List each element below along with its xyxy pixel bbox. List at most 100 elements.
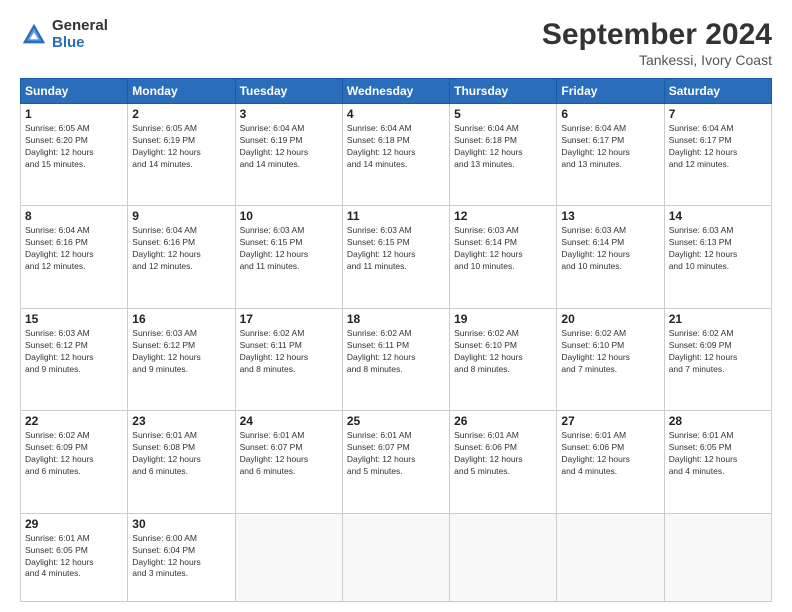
day-number: 20 bbox=[561, 312, 659, 326]
day-number: 23 bbox=[132, 414, 230, 428]
day-info: Sunrise: 6:01 AM Sunset: 6:06 PM Dayligh… bbox=[561, 430, 659, 478]
day-info: Sunrise: 6:02 AM Sunset: 6:09 PM Dayligh… bbox=[669, 328, 767, 376]
day-number: 9 bbox=[132, 209, 230, 223]
day-info: Sunrise: 6:01 AM Sunset: 6:05 PM Dayligh… bbox=[25, 533, 123, 581]
day-number: 3 bbox=[240, 107, 338, 121]
location-subtitle: Tankessi, Ivory Coast bbox=[542, 52, 772, 68]
table-row: 30 Sunrise: 6:00 AM Sunset: 6:04 PM Dayli… bbox=[128, 513, 235, 601]
day-number: 29 bbox=[25, 517, 123, 531]
calendar-week-row: 22Sunrise: 6:02 AM Sunset: 6:09 PM Dayli… bbox=[21, 411, 772, 513]
table-row: 24Sunrise: 6:01 AM Sunset: 6:07 PM Dayli… bbox=[235, 411, 342, 513]
day-info: Sunrise: 6:01 AM Sunset: 6:06 PM Dayligh… bbox=[454, 430, 552, 478]
table-row: 4Sunrise: 6:04 AM Sunset: 6:18 PM Daylig… bbox=[342, 104, 449, 206]
calendar-week-row: 1 Sunrise: 6:05 AM Sunset: 6:20 PM Daylig… bbox=[21, 104, 772, 206]
day-number: 14 bbox=[669, 209, 767, 223]
table-row bbox=[342, 513, 449, 601]
day-number: 22 bbox=[25, 414, 123, 428]
table-row: 5Sunrise: 6:04 AM Sunset: 6:18 PM Daylig… bbox=[450, 104, 557, 206]
day-number: 24 bbox=[240, 414, 338, 428]
day-info: Sunrise: 6:03 AM Sunset: 6:14 PM Dayligh… bbox=[454, 225, 552, 273]
header-wednesday: Wednesday bbox=[342, 79, 449, 104]
table-row: 10Sunrise: 6:03 AM Sunset: 6:15 PM Dayli… bbox=[235, 206, 342, 308]
day-number: 21 bbox=[669, 312, 767, 326]
day-info: Sunrise: 6:03 AM Sunset: 6:13 PM Dayligh… bbox=[669, 225, 767, 273]
day-info: Sunrise: 6:05 AM Sunset: 6:20 PM Dayligh… bbox=[25, 123, 123, 171]
table-row: 13 Sunrise: 6:03 AM Sunset: 6:14 PM Dayli… bbox=[557, 206, 664, 308]
day-info: Sunrise: 6:04 AM Sunset: 6:17 PM Dayligh… bbox=[561, 123, 659, 171]
month-title: September 2024 bbox=[542, 18, 772, 52]
table-row: 2 Sunrise: 6:05 AM Sunset: 6:19 PM Daylig… bbox=[128, 104, 235, 206]
day-info: Sunrise: 6:03 AM Sunset: 6:14 PM Dayligh… bbox=[561, 225, 659, 273]
calendar-week-row: 8 Sunrise: 6:04 AM Sunset: 6:16 PM Daylig… bbox=[21, 206, 772, 308]
title-area: September 2024 Tankessi, Ivory Coast bbox=[542, 18, 772, 68]
day-info: Sunrise: 6:04 AM Sunset: 6:16 PM Dayligh… bbox=[25, 225, 123, 273]
calendar-week-row: 29 Sunrise: 6:01 AM Sunset: 6:05 PM Dayli… bbox=[21, 513, 772, 601]
day-info: Sunrise: 6:03 AM Sunset: 6:15 PM Dayligh… bbox=[347, 225, 445, 273]
table-row: 26 Sunrise: 6:01 AM Sunset: 6:06 PM Dayli… bbox=[450, 411, 557, 513]
day-number: 11 bbox=[347, 209, 445, 223]
day-info: Sunrise: 6:02 AM Sunset: 6:10 PM Dayligh… bbox=[454, 328, 552, 376]
day-info: Sunrise: 6:02 AM Sunset: 6:11 PM Dayligh… bbox=[240, 328, 338, 376]
day-number: 16 bbox=[132, 312, 230, 326]
table-row: 21 Sunrise: 6:02 AM Sunset: 6:09 PM Dayli… bbox=[664, 308, 771, 410]
table-row: 6 Sunrise: 6:04 AM Sunset: 6:17 PM Daylig… bbox=[557, 104, 664, 206]
day-info: Sunrise: 6:03 AM Sunset: 6:12 PM Dayligh… bbox=[132, 328, 230, 376]
day-number: 10 bbox=[240, 209, 338, 223]
table-row: 12 Sunrise: 6:03 AM Sunset: 6:14 PM Dayli… bbox=[450, 206, 557, 308]
day-number: 28 bbox=[669, 414, 767, 428]
day-number: 13 bbox=[561, 209, 659, 223]
table-row: 17Sunrise: 6:02 AM Sunset: 6:11 PM Dayli… bbox=[235, 308, 342, 410]
table-row bbox=[557, 513, 664, 601]
day-number: 18 bbox=[347, 312, 445, 326]
day-number: 5 bbox=[454, 107, 552, 121]
day-info: Sunrise: 6:01 AM Sunset: 6:08 PM Dayligh… bbox=[132, 430, 230, 478]
page: General Blue September 2024 Tankessi, Iv… bbox=[0, 0, 792, 612]
table-row bbox=[450, 513, 557, 601]
day-number: 25 bbox=[347, 414, 445, 428]
table-row: 23 Sunrise: 6:01 AM Sunset: 6:08 PM Dayli… bbox=[128, 411, 235, 513]
table-row: 7Sunrise: 6:04 AM Sunset: 6:17 PM Daylig… bbox=[664, 104, 771, 206]
table-row: 29 Sunrise: 6:01 AM Sunset: 6:05 PM Dayli… bbox=[21, 513, 128, 601]
table-row: 8 Sunrise: 6:04 AM Sunset: 6:16 PM Daylig… bbox=[21, 206, 128, 308]
table-row: 16 Sunrise: 6:03 AM Sunset: 6:12 PM Dayli… bbox=[128, 308, 235, 410]
table-row: 14 Sunrise: 6:03 AM Sunset: 6:13 PM Dayli… bbox=[664, 206, 771, 308]
day-number: 2 bbox=[132, 107, 230, 121]
table-row bbox=[235, 513, 342, 601]
table-row: 25Sunrise: 6:01 AM Sunset: 6:07 PM Dayli… bbox=[342, 411, 449, 513]
table-row: 22Sunrise: 6:02 AM Sunset: 6:09 PM Dayli… bbox=[21, 411, 128, 513]
day-number: 1 bbox=[25, 107, 123, 121]
day-number: 27 bbox=[561, 414, 659, 428]
table-row: 1 Sunrise: 6:05 AM Sunset: 6:20 PM Daylig… bbox=[21, 104, 128, 206]
day-number: 26 bbox=[454, 414, 552, 428]
day-info: Sunrise: 6:01 AM Sunset: 6:05 PM Dayligh… bbox=[669, 430, 767, 478]
header-saturday: Saturday bbox=[664, 79, 771, 104]
day-info: Sunrise: 6:02 AM Sunset: 6:10 PM Dayligh… bbox=[561, 328, 659, 376]
header-friday: Friday bbox=[557, 79, 664, 104]
table-row: 18 Sunrise: 6:02 AM Sunset: 6:11 PM Dayli… bbox=[342, 308, 449, 410]
day-number: 19 bbox=[454, 312, 552, 326]
day-number: 12 bbox=[454, 209, 552, 223]
table-row bbox=[664, 513, 771, 601]
header: General Blue September 2024 Tankessi, Iv… bbox=[20, 18, 772, 68]
day-number: 6 bbox=[561, 107, 659, 121]
day-number: 15 bbox=[25, 312, 123, 326]
logo-text: General Blue bbox=[52, 18, 108, 51]
day-info: Sunrise: 6:04 AM Sunset: 6:19 PM Dayligh… bbox=[240, 123, 338, 171]
day-number: 7 bbox=[669, 107, 767, 121]
logo-blue-label: Blue bbox=[52, 35, 108, 52]
calendar-table: Sunday Monday Tuesday Wednesday Thursday… bbox=[20, 78, 772, 602]
table-row: 19 Sunrise: 6:02 AM Sunset: 6:10 PM Dayli… bbox=[450, 308, 557, 410]
day-info: Sunrise: 6:00 AM Sunset: 6:04 PM Dayligh… bbox=[132, 533, 230, 581]
logo: General Blue bbox=[20, 18, 108, 51]
header-sunday: Sunday bbox=[21, 79, 128, 104]
day-number: 4 bbox=[347, 107, 445, 121]
table-row: 11 Sunrise: 6:03 AM Sunset: 6:15 PM Dayli… bbox=[342, 206, 449, 308]
table-row: 9 Sunrise: 6:04 AM Sunset: 6:16 PM Daylig… bbox=[128, 206, 235, 308]
table-row: 28 Sunrise: 6:01 AM Sunset: 6:05 PM Dayli… bbox=[664, 411, 771, 513]
day-info: Sunrise: 6:04 AM Sunset: 6:16 PM Dayligh… bbox=[132, 225, 230, 273]
day-number: 8 bbox=[25, 209, 123, 223]
day-info: Sunrise: 6:03 AM Sunset: 6:12 PM Dayligh… bbox=[25, 328, 123, 376]
day-info: Sunrise: 6:02 AM Sunset: 6:11 PM Dayligh… bbox=[347, 328, 445, 376]
day-number: 30 bbox=[132, 517, 230, 531]
day-info: Sunrise: 6:05 AM Sunset: 6:19 PM Dayligh… bbox=[132, 123, 230, 171]
